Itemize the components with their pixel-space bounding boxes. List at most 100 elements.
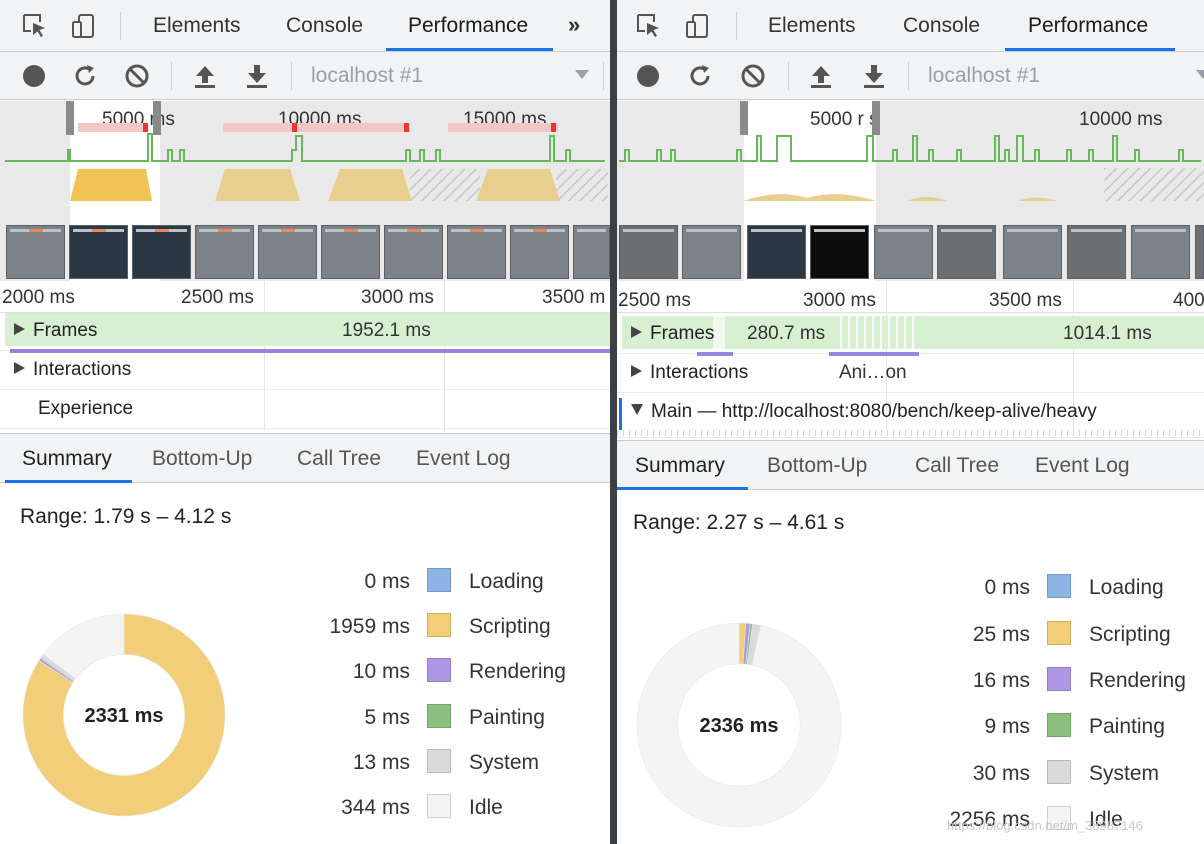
expand-triangle-icon[interactable]	[631, 326, 642, 338]
frames-label-text: Frames	[650, 323, 715, 344]
timeline-overview[interactable]: 5000 r s 10000 ms	[617, 101, 1204, 281]
record-icon[interactable]	[635, 63, 661, 89]
watermark-text: https://blog.csdn.net/m_38987146	[947, 818, 1143, 833]
tab-console[interactable]: Console	[286, 14, 363, 38]
collapse-triangle-icon[interactable]	[631, 404, 643, 415]
legend-value: 9 ms	[984, 715, 1030, 738]
tab-event-log[interactable]: Event Log	[1035, 454, 1130, 478]
tab-performance[interactable]: Performance	[1028, 14, 1148, 38]
legend-swatch	[427, 749, 451, 773]
download-icon[interactable]	[244, 63, 270, 89]
filmstrip-frame[interactable]	[619, 225, 678, 279]
tab-summary[interactable]: Summary	[635, 454, 725, 478]
filmstrip-frame[interactable]	[321, 225, 380, 279]
tab-console[interactable]: Console	[903, 14, 980, 38]
download-icon[interactable]	[861, 63, 887, 89]
upload-icon[interactable]	[192, 63, 218, 89]
selection-handle-right[interactable]	[872, 101, 880, 135]
screenshot-filmstrip[interactable]	[0, 225, 610, 279]
chevron-down-icon[interactable]	[1196, 70, 1204, 79]
profile-select[interactable]: localhost #1	[928, 64, 1040, 88]
record-icon[interactable]	[21, 63, 47, 89]
frames-track[interactable]: Frames 280.7 ms 1014.1 ms	[617, 316, 1204, 356]
filmstrip-frame[interactable]	[69, 225, 128, 279]
device-toolbar-icon[interactable]	[70, 12, 98, 40]
filmstrip-frame[interactable]	[384, 225, 443, 279]
tab-bottom-up[interactable]: Bottom-Up	[152, 447, 252, 471]
ruler-label: 2000 ms	[2, 287, 75, 308]
expand-triangle-icon[interactable]	[14, 323, 25, 335]
tab-call-tree[interactable]: Call Tree	[915, 454, 999, 478]
details-tabbar: Summary Bottom-Up Call Tree Event Log	[0, 433, 610, 483]
main-thread-track[interactable]: Main — http://localhost:8080/bench/keep-…	[617, 394, 1204, 438]
clear-icon[interactable]	[740, 63, 766, 89]
filmstrip-frame[interactable]	[937, 225, 996, 279]
expand-triangle-icon[interactable]	[14, 362, 25, 374]
performance-toolbar: localhost #1	[0, 52, 610, 100]
interactions-track-label[interactable]: Interactions	[631, 362, 748, 384]
tab-bottom-up[interactable]: Bottom-Up	[767, 454, 867, 478]
tab-elements[interactable]: Elements	[153, 14, 241, 38]
filmstrip-frame[interactable]	[132, 225, 191, 279]
toolbar-separator	[788, 62, 789, 90]
expand-triangle-icon[interactable]	[631, 365, 642, 377]
inspect-element-icon[interactable]	[635, 12, 663, 40]
legend-label: Idle	[469, 796, 503, 819]
filmstrip-frame[interactable]	[510, 225, 569, 279]
main-track-label[interactable]: Main — http://localhost:8080/bench/keep-…	[631, 401, 1097, 423]
device-toolbar-icon[interactable]	[684, 12, 712, 40]
filmstrip-frame[interactable]	[1003, 225, 1062, 279]
filmstrip-frame[interactable]	[682, 225, 741, 279]
frames-track-label[interactable]: Frames	[631, 323, 714, 345]
chevron-down-icon[interactable]	[575, 70, 589, 79]
filmstrip-frame[interactable]	[1195, 225, 1204, 279]
filmstrip-frame[interactable]	[1067, 225, 1126, 279]
inspect-element-icon[interactable]	[21, 12, 49, 40]
profile-select[interactable]: localhost #1	[311, 64, 423, 88]
interactions-track[interactable]: Interactions Ani…on	[617, 355, 1204, 393]
selection-handle-left[interactable]	[66, 101, 74, 135]
legend-value: 30 ms	[972, 762, 1030, 785]
experience-track[interactable]: Experience	[0, 391, 610, 429]
selection-handle-right[interactable]	[153, 101, 161, 135]
tab-summary[interactable]: Summary	[22, 447, 112, 471]
filmstrip-frame[interactable]	[1131, 225, 1190, 279]
filmstrip-frame[interactable]	[258, 225, 317, 279]
frames-track-label[interactable]: Frames	[14, 320, 97, 342]
filmstrip-frame[interactable]	[874, 225, 933, 279]
tab-event-log[interactable]: Event Log	[416, 447, 511, 471]
filmstrip-frame[interactable]	[810, 225, 869, 279]
reload-icon[interactable]	[687, 63, 713, 89]
overview-activity-graph	[619, 135, 1204, 201]
selection-handle-left[interactable]	[740, 101, 748, 135]
experience-track-label[interactable]: Experience	[38, 398, 133, 420]
legend-item-painting: 5 ms Painting	[300, 704, 600, 734]
clear-icon[interactable]	[124, 63, 150, 89]
reload-icon[interactable]	[72, 63, 98, 89]
interactions-track[interactable]: Interactions	[0, 352, 610, 390]
ruler-label: 3000 ms	[803, 290, 876, 311]
legend-item-idle: 344 ms Idle	[300, 794, 600, 824]
ruler-label: 3500 m	[542, 287, 606, 308]
donut-total: 2336 ms	[699, 715, 779, 737]
interactions-label-text: Interactions	[650, 362, 749, 383]
filmstrip-frame[interactable]	[747, 225, 806, 279]
filmstrip-frame[interactable]	[6, 225, 65, 279]
devtools-tabbar: Elements Console Performance »	[0, 0, 610, 52]
filmstrip-frame[interactable]	[573, 225, 610, 279]
screenshot-filmstrip[interactable]	[617, 225, 1204, 279]
upload-icon[interactable]	[808, 63, 834, 89]
legend-label: Painting	[1089, 715, 1165, 738]
tab-call-tree[interactable]: Call Tree	[297, 447, 381, 471]
interactions-track-label[interactable]: Interactions	[14, 359, 131, 381]
devtools-pane-left: Elements Console Performance » localhost…	[0, 0, 610, 844]
range-text: Range: 2.27 s – 4.61 s	[633, 511, 845, 534]
legend-label: Loading	[1089, 576, 1164, 599]
filmstrip-frame[interactable]	[447, 225, 506, 279]
filmstrip-frame[interactable]	[195, 225, 254, 279]
more-tabs-chevron-icon[interactable]: »	[568, 12, 580, 38]
frames-track[interactable]: Frames 1952.1 ms	[0, 313, 610, 353]
timeline-overview[interactable]: 5000 ms 10000 ms 15000 ms	[0, 101, 610, 281]
tab-performance[interactable]: Performance	[408, 14, 528, 38]
tab-elements[interactable]: Elements	[768, 14, 856, 38]
